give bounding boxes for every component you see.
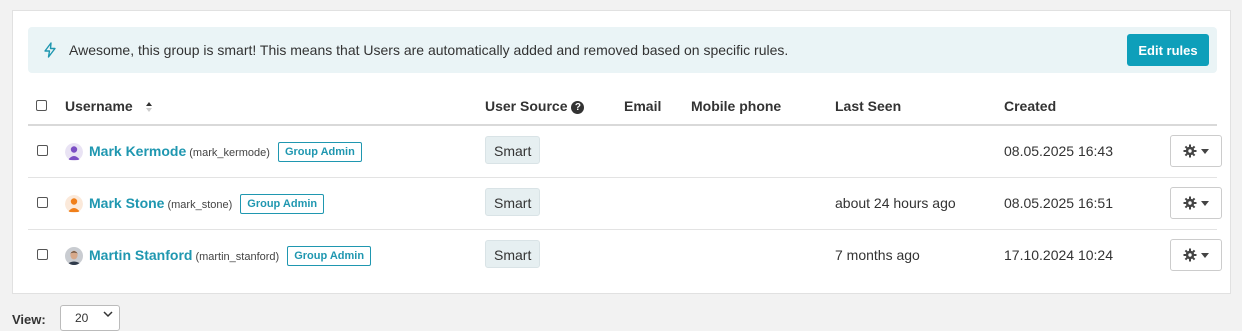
banner-text: Awesome, this group is smart! This means… bbox=[69, 42, 789, 58]
edit-rules-button[interactable]: Edit rules bbox=[1127, 34, 1209, 66]
user-login: (martin_stanford) bbox=[195, 251, 280, 263]
created-date: 08.05.2025 16:43 bbox=[1004, 143, 1113, 159]
group-admin-badge: Group Admin bbox=[277, 142, 362, 162]
header-user-source: User Source? bbox=[485, 98, 585, 114]
page-size-select[interactable]: 20 bbox=[60, 305, 120, 331]
header-last-seen: Last Seen bbox=[835, 98, 902, 114]
chevron-down-icon bbox=[103, 311, 113, 318]
header-username[interactable]: Username bbox=[65, 98, 153, 114]
gear-icon bbox=[1183, 196, 1197, 210]
group-admin-badge: Group Admin bbox=[240, 194, 325, 214]
gear-icon bbox=[1183, 248, 1197, 262]
user-login: (mark_stone) bbox=[167, 199, 233, 211]
row-actions-button[interactable] bbox=[1170, 239, 1222, 271]
header-email: Email bbox=[624, 98, 662, 114]
created-date: 08.05.2025 16:51 bbox=[1004, 195, 1113, 211]
caret-down-icon bbox=[1201, 148, 1209, 154]
table-row: Mark Stone (mark_stone) Group Admin Smart … bbox=[28, 178, 1222, 230]
created-date: 17.10.2024 10:24 bbox=[1004, 247, 1113, 263]
sort-ascending-icon[interactable] bbox=[145, 101, 153, 113]
view-label: View: bbox=[12, 312, 46, 327]
group-admin-badge: Group Admin bbox=[287, 246, 372, 266]
user-name-link[interactable]: Mark Stone bbox=[89, 195, 164, 211]
header-created: Created bbox=[1004, 98, 1057, 114]
members-table: Username User Source? Email Mobile phone… bbox=[28, 89, 1222, 281]
table-row: Martin Stanford (martin_stanford) Group Ad… bbox=[28, 230, 1222, 281]
row-checkbox[interactable] bbox=[37, 145, 48, 156]
smart-group-banner: Awesome, this group is smart! This means… bbox=[28, 27, 1217, 73]
bolt-icon bbox=[44, 42, 56, 58]
help-icon[interactable]: ? bbox=[571, 101, 585, 114]
avatar bbox=[65, 143, 83, 161]
page-size-value: 20 bbox=[75, 311, 89, 325]
caret-down-icon bbox=[1201, 200, 1209, 206]
last-seen: about 24 hours ago bbox=[835, 195, 956, 211]
gear-icon bbox=[1183, 144, 1197, 158]
row-actions-button[interactable] bbox=[1170, 187, 1222, 219]
user-source-tag: Smart bbox=[485, 240, 541, 268]
user-source-tag: Smart bbox=[485, 188, 541, 216]
user-cell: Martin Stanford (martin_stanford) Group Ad… bbox=[89, 246, 372, 266]
user-name-link[interactable]: Mark Kermode bbox=[89, 143, 186, 159]
avatar bbox=[65, 247, 83, 265]
caret-down-icon bbox=[1201, 252, 1209, 258]
avatar bbox=[65, 195, 83, 213]
user-cell: Mark Kermode (mark_kermode) Group Admin bbox=[89, 142, 362, 162]
row-actions-button[interactable] bbox=[1170, 135, 1222, 167]
row-checkbox[interactable] bbox=[37, 249, 48, 260]
select-all-checkbox[interactable] bbox=[36, 100, 47, 111]
row-checkbox[interactable] bbox=[37, 197, 48, 208]
table-header: Username User Source? Email Mobile phone… bbox=[28, 89, 1217, 126]
header-mobile-phone: Mobile phone bbox=[691, 98, 782, 114]
table-row: Mark Kermode (mark_kermode) Group Admin Sm… bbox=[28, 126, 1222, 178]
user-cell: Mark Stone (mark_stone) Group Admin bbox=[89, 194, 325, 214]
last-seen: 7 months ago bbox=[835, 247, 920, 263]
user-source-tag: Smart bbox=[485, 136, 541, 164]
user-login: (mark_kermode) bbox=[189, 147, 270, 159]
user-name-link[interactable]: Martin Stanford bbox=[89, 247, 192, 263]
group-members-panel: Awesome, this group is smart! This means… bbox=[12, 10, 1231, 294]
